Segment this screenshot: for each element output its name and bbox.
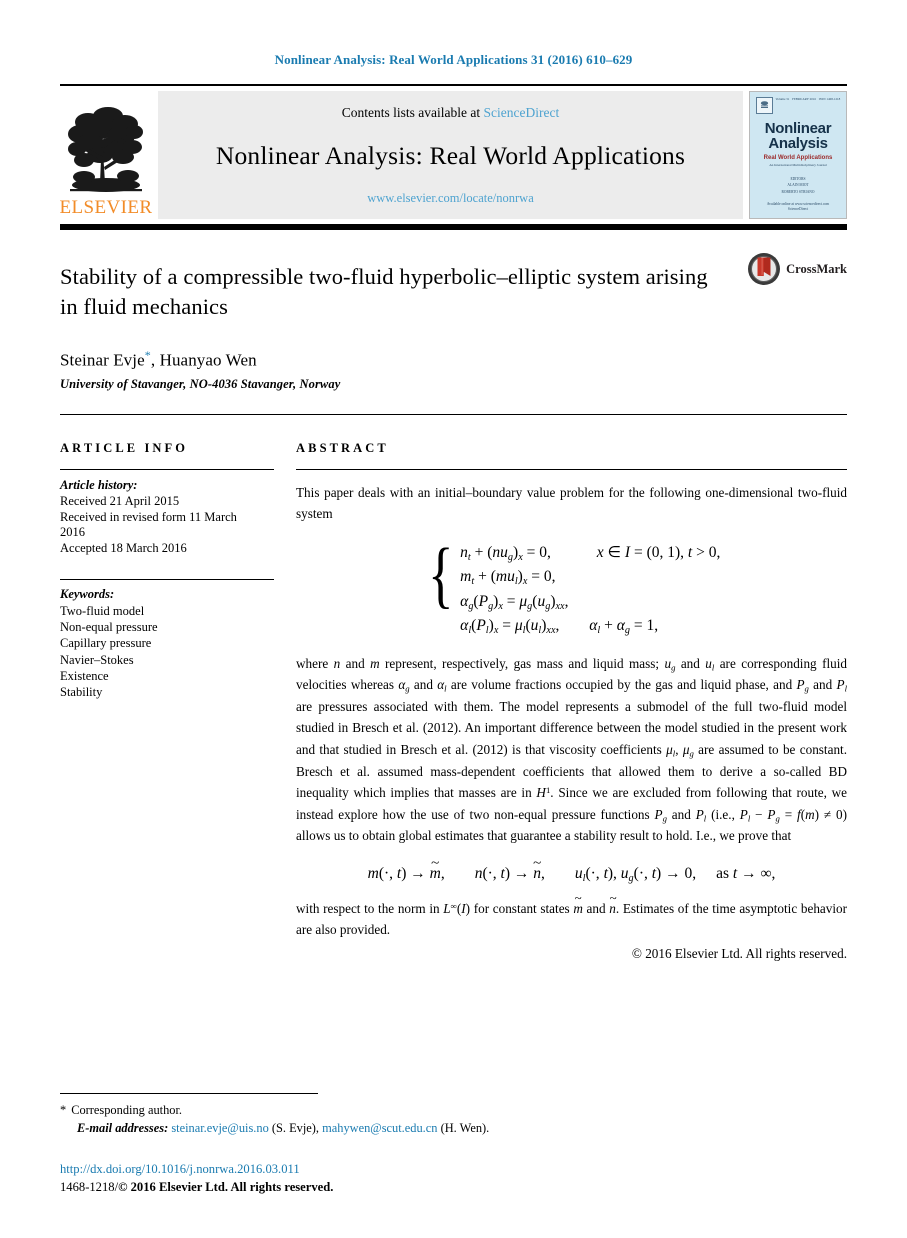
cover-volume-label: Volume 31 — [775, 97, 790, 101]
abstract-paragraph-1: This paper deals with an initial–boundar… — [296, 484, 847, 522]
body-columns: ARTICLE INFO Article history: Received 2… — [60, 441, 847, 962]
history-item: Accepted 18 March 2016 — [60, 541, 187, 556]
cover-subtitle: Real World Applications — [763, 154, 833, 161]
author-list: Steinar Evje*, Huanyao Wen — [60, 348, 847, 371]
cover-subtitle2: An International Multidisciplinary Journ… — [769, 162, 827, 167]
cover-elsevier-mark-icon — [755, 97, 773, 114]
article-history-group: Article history: Received 21 April 2015 … — [60, 478, 274, 557]
email-owner-2: (H. Wen). — [440, 1120, 490, 1135]
keyword-item: Existence — [60, 668, 109, 683]
cover-footer-line2: ScienceDirect — [787, 207, 809, 212]
issn-prefix: 1468-1218/ — [60, 1179, 119, 1194]
journal-masthead: ELSEVIER Contents lists available at Sci… — [60, 91, 847, 219]
cover-title: Nonlinear Analysis — [764, 120, 832, 153]
abstract-copyright: © 2016 Elsevier Ltd. All rights reserved… — [631, 945, 847, 961]
keyword-item: Non-equal pressure — [60, 620, 158, 635]
history-item: Received in revised form 11 March — [60, 509, 237, 524]
abstract-paragraph-3: with respect to the norm in L∞(I) for co… — [296, 898, 847, 941]
page-title: Stability of a compressible two-fluid hy… — [60, 264, 708, 320]
corresponding-author-note: * Corresponding author. — [60, 1102, 847, 1120]
email-link-2[interactable]: mahywen@scut.edu.cn — [322, 1121, 437, 1135]
keywords-rule — [60, 578, 274, 580]
crossmark-icon — [748, 253, 781, 285]
email-addresses-note: E-mail addresses: steinar.evje@uis.no (S… — [60, 1120, 847, 1138]
author-1: Steinar Evje — [60, 350, 145, 370]
masthead-top-rule — [60, 84, 847, 86]
corresponding-author-text: Corresponding author. — [71, 1103, 183, 1118]
cover-issn-label: ISSN 1468-1218 — [818, 97, 841, 101]
keyword-item: Navier–Stokes — [60, 652, 134, 667]
history-item: 2016 — [60, 525, 85, 540]
keyword-item: Capillary pressure — [60, 636, 152, 651]
journal-title: Nonlinear Analysis: Real World Applicati… — [215, 141, 686, 170]
cover-title-line1: Nonlinear — [764, 120, 832, 137]
doi-link[interactable]: http://dx.doi.org/10.1016/j.nonrwa.2016.… — [60, 1160, 847, 1178]
article-history-label: Article history: — [60, 477, 138, 492]
abstract-paragraph-2: where n and m represent, respectively, g… — [296, 655, 847, 844]
footnote-rule — [60, 1093, 318, 1095]
equation-row-2: mt + (mul)x = 0, — [460, 568, 556, 588]
left-brace-glyph: { — [427, 533, 454, 616]
email-owner-1: (S. Evje), — [271, 1120, 320, 1135]
equation-row-4: αl(Pl)x = μl(ul)xx, αl + αg = 1, — [460, 617, 659, 637]
contents-prefix: Contents lists available at — [341, 105, 484, 120]
crossmark-badge[interactable]: CrossMark — [747, 252, 847, 286]
affiliation: University of Stavanger, NO-4036 Stavang… — [60, 376, 341, 391]
abstract-heading: ABSTRACT — [296, 440, 389, 455]
elsevier-tree-icon — [68, 107, 143, 192]
cover-top-row: Volume 31 FEBRUARY 2016 ISSN 1468-1218 — [755, 97, 841, 114]
email-label: E-mail addresses: — [77, 1120, 169, 1135]
cover-title-line2: Analysis — [768, 135, 828, 153]
cover-editors: EDITORS ALAIN MIOT ROBERTO STRIANO — [782, 176, 815, 196]
title-bottom-rule — [60, 413, 847, 415]
cover-editor-2: ROBERTO STRIANO — [781, 190, 815, 195]
cover-editor-1: ALAIN MIOT — [787, 183, 809, 188]
article-info-column: ARTICLE INFO Article history: Received 2… — [60, 441, 292, 962]
issn-copyright-line: 1468-1218/© 2016 Elsevier Ltd. All right… — [60, 1178, 847, 1196]
cover-date-label: FEBRUARY 2016 — [792, 97, 816, 101]
equation-row-3: αg(Pg)x = μg(ug)xx, — [460, 592, 569, 612]
keywords-label: Keywords: — [60, 586, 115, 601]
author-rest: , Huanyao Wen — [150, 350, 257, 370]
footnote-area: * Corresponding author. E-mail addresses:… — [60, 1093, 847, 1196]
footnote-star: * — [60, 1103, 67, 1118]
abstract-column: ABSTRACT This paper deals with an initia… — [292, 441, 847, 962]
article-info-heading: ARTICLE INFO — [60, 440, 189, 455]
journal-url-link[interactable]: www.elsevier.com/locate/nonrwa — [367, 191, 534, 206]
journal-cover-thumbnail[interactable]: Volume 31 FEBRUARY 2016 ISSN 1468-1218 N… — [749, 91, 847, 219]
elsevier-logo: ELSEVIER — [60, 91, 152, 219]
crossmark-label: CrossMark — [786, 261, 847, 276]
doi-block: http://dx.doi.org/10.1016/j.nonrwa.2016.… — [60, 1160, 847, 1197]
paper-page: Nonlinear Analysis: Real World Applicati… — [0, 0, 907, 1238]
article-info-rule — [60, 468, 274, 470]
history-item: Received 21 April 2015 — [60, 493, 180, 508]
equation-limit-2: m(·, t) → m,n(·, t) → n,ul(·, t), ug(·, … — [296, 865, 847, 884]
cover-editors-label: EDITORS — [790, 176, 806, 181]
elsevier-wordmark: ELSEVIER — [59, 197, 153, 218]
keyword-item: Stability — [60, 685, 103, 700]
running-head: Nonlinear Analysis: Real World Applicati… — [274, 52, 633, 67]
issn-copyright-text: © 2016 Elsevier Ltd. All rights reserved… — [118, 1179, 334, 1194]
email-link-1[interactable]: steinar.evje@uis.no — [171, 1121, 268, 1135]
equation-row-1: nt + (nug)x = 0, x ∈ I = (0, 1), t > 0, — [460, 543, 721, 563]
title-block: Stability of a compressible two-fluid hy… — [60, 230, 847, 392]
keyword-item: Two-fluid model — [60, 603, 145, 618]
abstract-rule — [296, 468, 847, 470]
sciencedirect-link[interactable]: ScienceDirect — [484, 105, 560, 120]
cover-footer: Available online at www.sciencedirect.co… — [750, 202, 846, 214]
masthead-center-panel: Contents lists available at ScienceDirec… — [158, 91, 743, 219]
equation-system-1: { nt + (nug)x = 0, x ∈ I = (0, 1), t > 0… — [296, 533, 847, 639]
contents-available-line: Contents lists available at ScienceDirec… — [342, 105, 559, 121]
